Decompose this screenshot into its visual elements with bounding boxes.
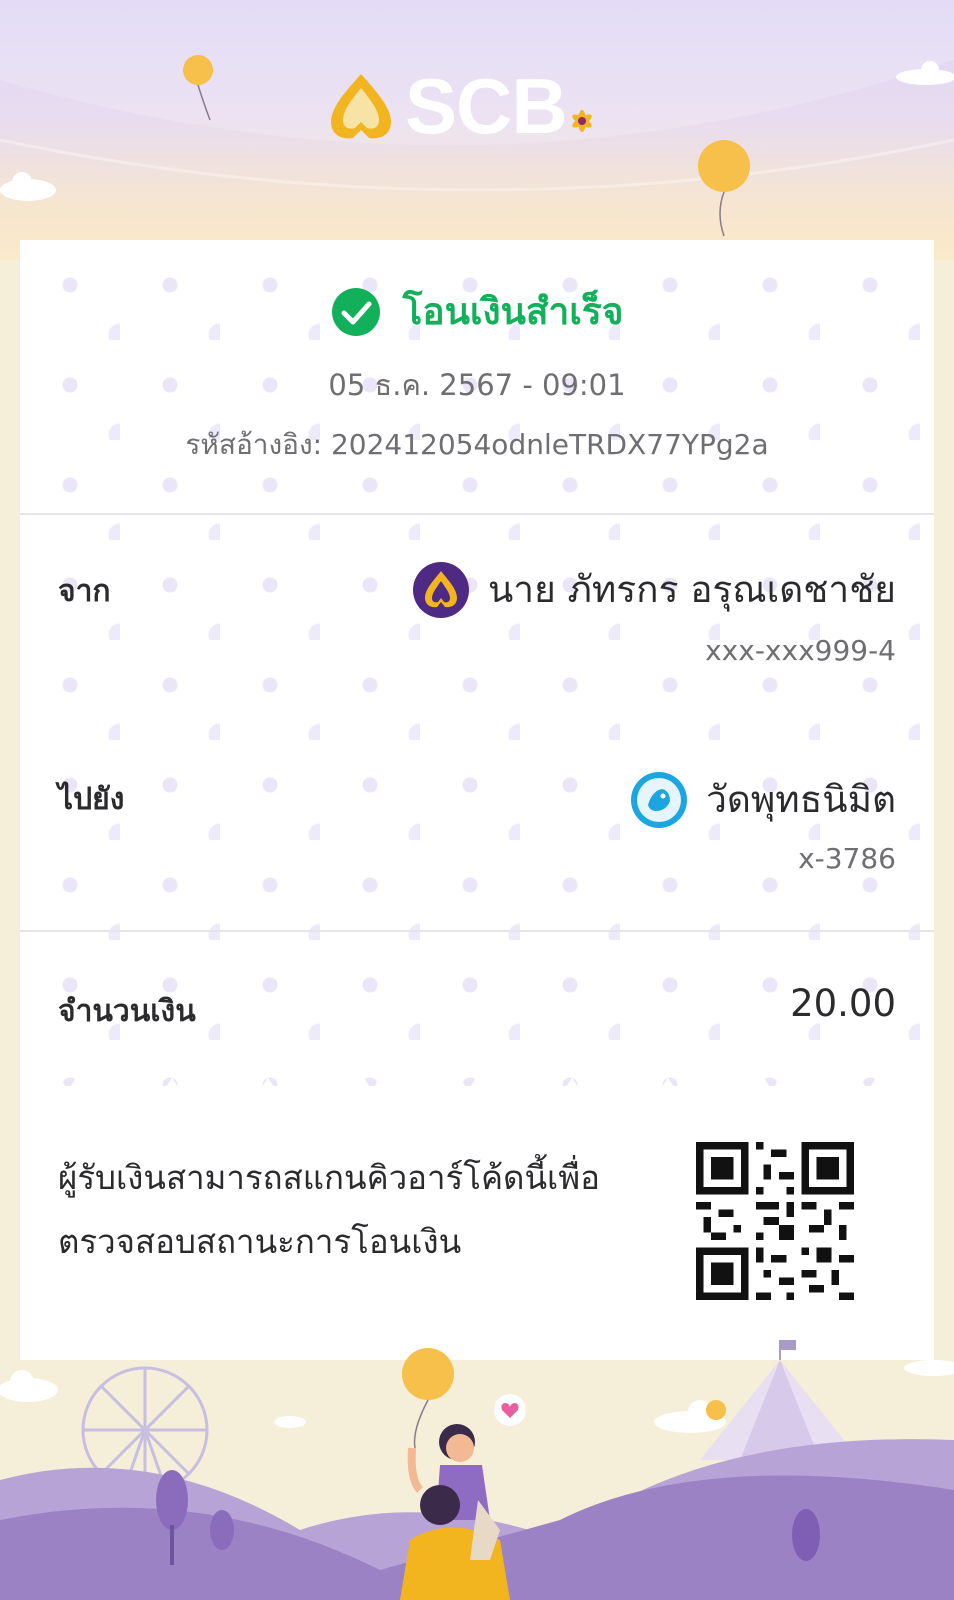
reference-number: รหัสอ้างอิง: 202412054odnleTRDX77YPg2a bbox=[185, 428, 769, 461]
amount-value: 20.00 bbox=[790, 982, 896, 1025]
to-row: วัดพุทธนิมิต bbox=[630, 770, 896, 829]
zigzag-divider bbox=[20, 1078, 934, 1090]
transaction-datetime: 05 ธ.ค. 2567 - 09:01 bbox=[328, 368, 626, 402]
to-name: วัดพุทธนิมิต bbox=[706, 778, 896, 821]
check-circle-icon bbox=[331, 287, 380, 336]
ktb-bank-icon bbox=[631, 771, 688, 828]
balloon-small-icon bbox=[183, 55, 213, 121]
qr-instruction-line1: ผู้รับเงินสามารถสแกนคิวอาร์โค้ดนี้เพื่อ bbox=[58, 1158, 600, 1197]
balloon-icon bbox=[402, 1348, 454, 1400]
brand-name: SCB bbox=[405, 62, 568, 150]
flower-icon bbox=[571, 110, 592, 132]
receipt-header: โอนเงินสำเร็จ 05 ธ.ค. 2567 - 09:01 รหัสอ… bbox=[20, 240, 934, 515]
scb-logo: SCB bbox=[325, 66, 597, 146]
success-status: โอนเงินสำเร็จ bbox=[20, 282, 934, 341]
qr-code[interactable] bbox=[696, 1142, 854, 1300]
festival-illustration bbox=[0, 1330, 954, 1600]
from-name: นาย ภัทรกร อรุณเดชาชัย bbox=[488, 568, 896, 611]
receipt-card: โอนเงินสำเร็จ 05 ธ.ค. 2567 - 09:01 รหัสอ… bbox=[20, 240, 934, 1360]
amount-label: จำนวนเงิน bbox=[58, 994, 196, 1029]
from-row: นาย ภัทรกร อรุณเดชาชัย bbox=[412, 560, 896, 619]
scb-bank-icon bbox=[413, 561, 470, 618]
tent-icon bbox=[700, 1340, 860, 1460]
scb-bell-logo-icon bbox=[331, 74, 391, 139]
divider bbox=[20, 930, 934, 932]
qr-instruction: ผู้รับเงินสามารถสแกนคิวอาร์โค้ดนี้เพื่อ … bbox=[58, 1146, 658, 1274]
heart-bubble-icon bbox=[494, 1394, 526, 1426]
success-title: โอนเงินสำเร็จ bbox=[402, 290, 624, 333]
cloud-right-icon bbox=[896, 61, 954, 85]
father-child-icon bbox=[400, 1424, 510, 1600]
qr-instruction-line2: ตรวจสอบสถานะการโอนเงิน bbox=[58, 1222, 462, 1261]
balloon-large-icon bbox=[698, 140, 750, 237]
to-account: x-3786 bbox=[798, 842, 896, 875]
to-label: ไปยัง bbox=[58, 782, 125, 817]
from-account: xxx-xxx999-4 bbox=[705, 634, 896, 667]
from-label: จาก bbox=[58, 574, 111, 609]
cloud-left-icon bbox=[0, 172, 56, 201]
divider bbox=[20, 513, 934, 515]
